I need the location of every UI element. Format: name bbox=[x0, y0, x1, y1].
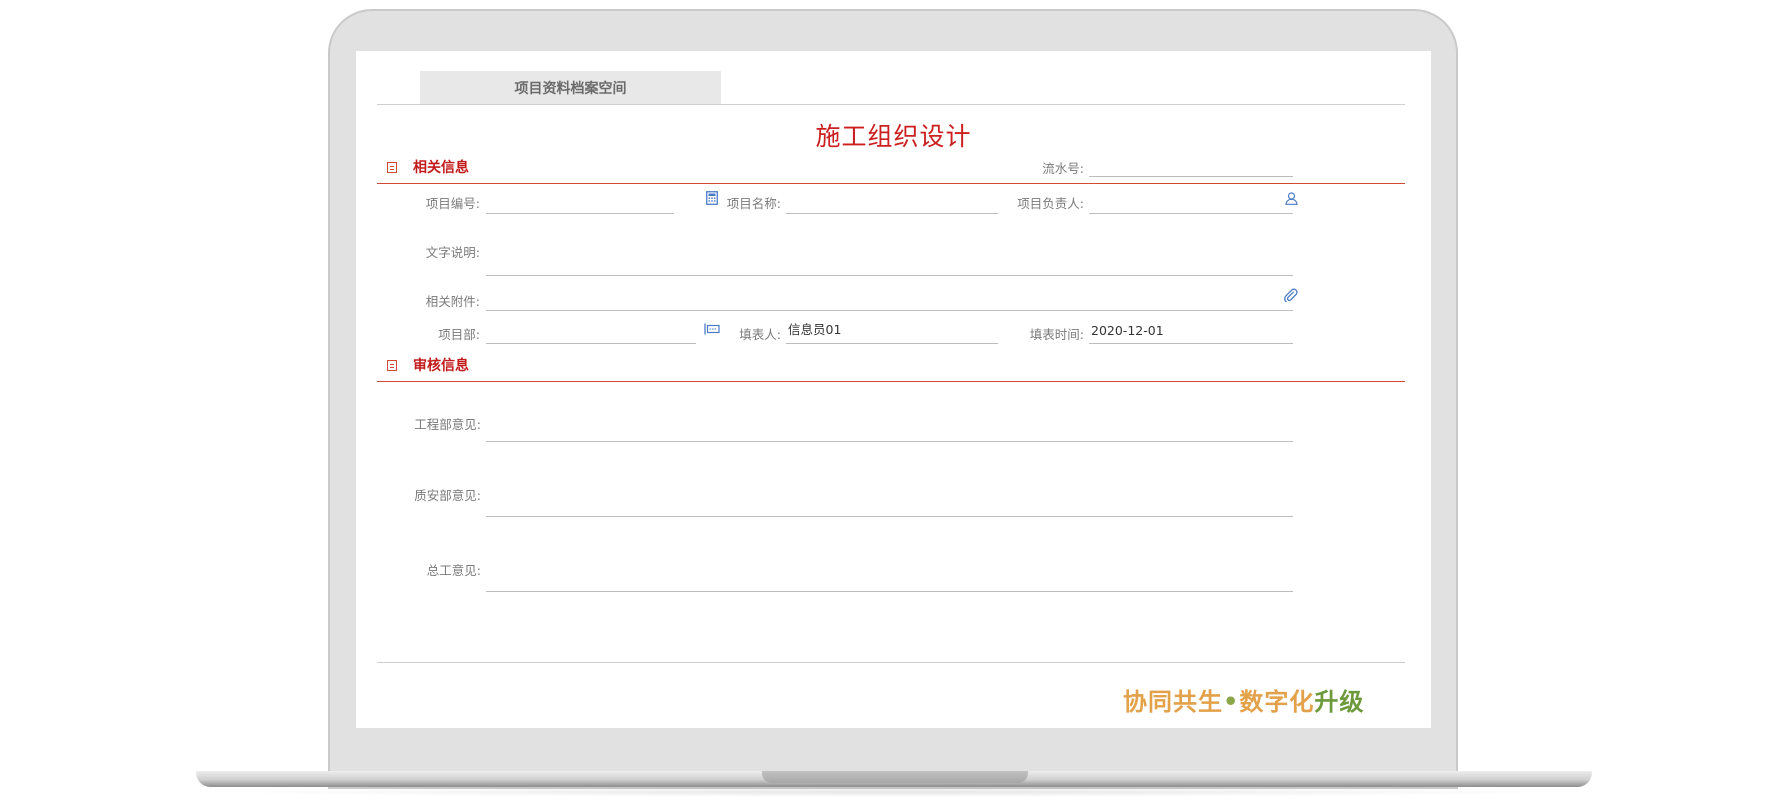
description-label: 文字说明: bbox=[425, 245, 480, 260]
engineering-opinion-field[interactable] bbox=[486, 416, 1293, 442]
attachment-label: 相关附件: bbox=[425, 294, 480, 309]
project-manager-label: 项目负责人: bbox=[1017, 196, 1084, 211]
project-manager-field[interactable] bbox=[1089, 188, 1293, 214]
quality-safety-opinion-label: 质安部意见: bbox=[414, 488, 481, 503]
project-name-label: 项目名称: bbox=[726, 196, 781, 211]
list-icon bbox=[387, 360, 397, 371]
project-name-field[interactable] bbox=[786, 188, 998, 214]
project-code-label: 项目编号: bbox=[425, 196, 480, 211]
laptop-hinge bbox=[762, 771, 1028, 783]
laptop-shadow bbox=[214, 787, 1574, 797]
paperclip-icon[interactable] bbox=[1284, 288, 1298, 303]
filler-field[interactable]: 信息员01 bbox=[786, 318, 998, 344]
chief-engineer-opinion-field[interactable] bbox=[486, 566, 1293, 592]
section-divider-related bbox=[377, 183, 1405, 184]
department-field[interactable] bbox=[486, 318, 696, 344]
section-title-review: 审核信息 bbox=[413, 358, 469, 374]
user-icon[interactable] bbox=[1285, 192, 1298, 205]
project-code-field[interactable] bbox=[486, 188, 674, 214]
page-title: 施工组织设计 bbox=[815, 122, 972, 151]
serial-number-field[interactable] bbox=[1089, 151, 1293, 177]
serial-number-label: 流水号: bbox=[1042, 161, 1084, 176]
form-bottom-divider bbox=[377, 662, 1405, 663]
slogan-logo: 协同共生•数字化升级 bbox=[1123, 682, 1363, 716]
engineering-opinion-label: 工程部意见: bbox=[414, 417, 481, 432]
description-field[interactable] bbox=[486, 250, 1293, 276]
slogan-part-3: 升级 bbox=[1314, 687, 1365, 716]
slogan-dot: • bbox=[1223, 687, 1240, 716]
section-title-related: 相关信息 bbox=[413, 160, 469, 176]
quality-safety-opinion-field[interactable] bbox=[486, 491, 1293, 517]
list-icon bbox=[387, 162, 397, 173]
tab-divider bbox=[377, 104, 1405, 105]
fill-date-label: 填表时间: bbox=[1029, 327, 1084, 342]
tab-project-archive[interactable]: 项目资料档案空间 bbox=[420, 71, 721, 104]
department-label: 项目部: bbox=[438, 327, 480, 342]
section-divider-review bbox=[377, 381, 1405, 382]
attachment-field[interactable] bbox=[486, 285, 1293, 311]
app-screen: 项目资料档案空间 施工组织设计 相关信息 流水号: 项目编号: 项目名称: 项目… bbox=[356, 51, 1431, 728]
filler-label: 填表人: bbox=[739, 327, 781, 342]
fill-date-field[interactable]: 2020-12-01 bbox=[1089, 318, 1293, 344]
slogan-part-2: 数字化 bbox=[1239, 687, 1315, 716]
slogan-part-1: 协同共生 bbox=[1123, 687, 1223, 716]
chief-engineer-opinion-label: 总工意见: bbox=[426, 563, 481, 578]
